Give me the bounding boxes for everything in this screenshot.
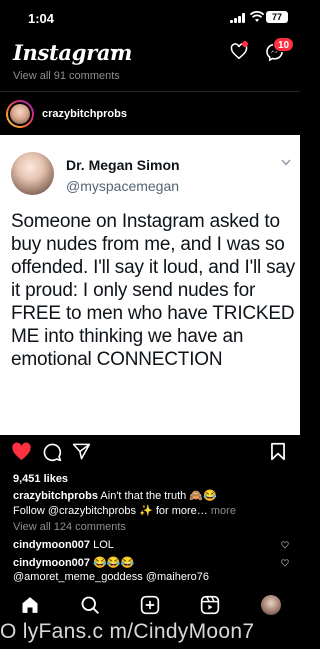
like-count[interactable]: 9,451 likes — [13, 473, 68, 485]
comment-mentions[interactable]: @amoret_meme_goddess @maihero76 — [13, 570, 283, 584]
tweet-author-avatar — [11, 152, 54, 195]
home-icon[interactable] — [20, 595, 40, 615]
bookmark-icon[interactable] — [270, 442, 286, 461]
notification-dot — [242, 41, 248, 47]
post-actions — [0, 442, 300, 466]
view-all-comments[interactable]: View all 124 comments — [13, 521, 126, 533]
profile-avatar[interactable] — [261, 595, 281, 615]
caption-more-link[interactable]: more — [211, 505, 236, 517]
status-bar: 1:04 77 — [0, 0, 300, 34]
share-icon[interactable] — [72, 442, 91, 461]
like-heart-icon[interactable] — [11, 442, 32, 461]
signal-icon — [230, 13, 246, 23]
comment-username[interactable]: cindymoon007 — [13, 539, 90, 551]
comment-username[interactable]: cindymoon007 — [13, 557, 90, 569]
chevron-down-icon — [281, 159, 291, 166]
comment-like-icon[interactable] — [281, 559, 289, 567]
tweet-author-handle: @myspacemegan — [66, 178, 180, 194]
view-all-comments-previous[interactable]: View all 91 comments — [13, 70, 120, 82]
battery-icon: 77 — [266, 11, 288, 23]
comment-text: LOL — [93, 539, 114, 551]
comment-text: 😂😂😂 — [93, 557, 135, 569]
caption-text: Ain't that the truth 🙈😂 — [100, 490, 217, 502]
tweet-text: Someone on Instagram asked to buy nudes … — [11, 211, 296, 370]
search-icon[interactable] — [80, 595, 100, 615]
caption-username[interactable]: crazybitchprobs — [13, 490, 98, 502]
post-image[interactable]: Dr. Megan Simon @myspacemegan Someone on… — [0, 135, 300, 435]
post-header: crazybitchprobs — [0, 96, 300, 132]
create-icon[interactable] — [140, 595, 160, 615]
watermark: O lyFans.c m/CindyMoon7 — [0, 620, 255, 643]
divider — [0, 91, 300, 92]
chevron-down-icon[interactable] — [110, 47, 120, 55]
messages-badge: 10 — [273, 37, 295, 52]
comment: cindymoon007 😂😂😂 @amoret_meme_goddess @m… — [13, 556, 283, 584]
avatar[interactable] — [6, 100, 34, 128]
reels-icon[interactable] — [200, 595, 220, 615]
status-time: 1:04 — [28, 11, 55, 26]
comment-like-icon[interactable] — [281, 541, 289, 549]
tweet-author-name: Dr. Megan Simon — [66, 157, 180, 173]
post-username[interactable]: crazybitchprobs — [42, 108, 127, 120]
caption-line2: Follow @crazybitchprobs ✨ for more… — [13, 505, 208, 517]
comment: cindymoon007 LOL — [13, 538, 283, 552]
wifi-icon — [250, 11, 264, 22]
comment-icon[interactable] — [42, 442, 62, 462]
bottom-nav — [0, 590, 300, 620]
post-caption: crazybitchprobs Ain't that the truth 🙈😂 … — [13, 489, 293, 519]
app-header: Instagram 10 — [0, 34, 300, 70]
